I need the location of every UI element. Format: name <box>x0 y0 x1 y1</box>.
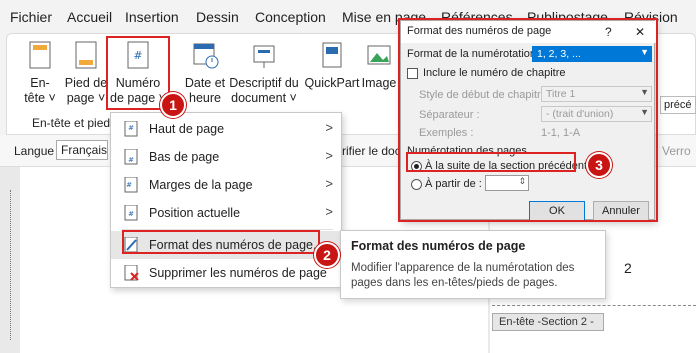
format-tooltip: Format des numéros de page Modifier l'ap… <box>340 230 606 299</box>
menu-accueil[interactable]: Accueil <box>67 9 112 25</box>
pied-de-page-label-1: Pied de <box>64 76 108 90</box>
svg-text:#: # <box>126 181 132 189</box>
menu-item-label: Haut de page <box>149 122 225 136</box>
top-page-icon: # <box>124 121 138 137</box>
calendar-clock-icon <box>193 43 219 69</box>
menu-conception[interactable]: Conception <box>255 9 326 25</box>
tooltip-title: Format des numéros de page <box>351 239 526 253</box>
menu-item-label: Marges de la page <box>149 178 253 192</box>
pied-de-page-label-2: page ˅ <box>66 91 106 105</box>
highlight-dialog <box>398 18 658 222</box>
en-tete-label-2: tête ˅ <box>24 91 56 105</box>
pied-de-page-button[interactable]: Pied de page ˅ <box>64 40 108 106</box>
verifier-fragment: rifier le doc <box>342 144 401 158</box>
descriptif-label-2: document ˅ <box>231 91 297 105</box>
menu-item-label: Supprimer les numéros de page <box>149 266 327 280</box>
quickpart-icon <box>322 42 342 68</box>
document-info-icon <box>253 45 275 68</box>
quickpart-button[interactable]: QuickPart <box>304 40 360 91</box>
ruler-vertical <box>10 190 12 340</box>
tooltip-body: Modifier l'apparence de la numérotation … <box>351 262 575 289</box>
svg-text:#: # <box>128 124 134 132</box>
descriptif-document-button[interactable]: Descriptif du document ˅ <box>228 40 300 106</box>
menu-fichier[interactable]: Fichier <box>10 9 52 25</box>
chevron-right-icon: > <box>325 120 333 135</box>
remove-page-number-icon <box>124 265 139 281</box>
header-section-label: En-tête -Section 2 - <box>492 313 604 331</box>
menu-item-position-actuelle[interactable]: # Position actuelle > <box>111 199 343 227</box>
image-button[interactable]: Image <box>360 40 398 91</box>
en-tete-label-1: En- <box>30 76 50 90</box>
en-tete-button[interactable]: En- tête ˅ <box>22 40 58 106</box>
step-badge-3: 3 <box>586 152 612 178</box>
highlight-continue-option <box>406 152 576 172</box>
margin-page-icon: # <box>124 177 138 193</box>
bottom-page-icon: # <box>124 149 138 165</box>
footer-icon <box>75 41 97 69</box>
step-badge-1: 1 <box>160 92 186 118</box>
page-number-dropdown: # Haut de page > # Bas de page > # Marge… <box>110 112 343 288</box>
highlight-format-item <box>122 230 320 254</box>
date-et-heure-label-1: Date et <box>184 76 226 90</box>
page-number: 2 <box>624 260 632 276</box>
menu-item-supprimer-numeros[interactable]: Supprimer les numéros de page <box>111 259 343 287</box>
descriptif-label-1: Descriptif du <box>229 76 299 90</box>
langue-label: Langue <box>14 144 55 158</box>
ribbon-right-fragment[interactable]: précé <box>660 96 696 114</box>
menu-item-bas-de-page[interactable]: # Bas de page > <box>111 143 343 171</box>
svg-text:#: # <box>128 210 134 218</box>
menu-dessin[interactable]: Dessin <box>196 9 239 25</box>
image-label: Image <box>361 76 397 90</box>
step-badge-2: 2 <box>314 242 340 268</box>
header-separator <box>492 305 696 306</box>
header-icon <box>29 41 51 69</box>
chevron-right-icon: > <box>325 176 333 191</box>
quickpart-label: QuickPart <box>304 76 360 90</box>
menu-item-label: Position actuelle <box>149 206 241 220</box>
group-label-entete: En-tête et pied <box>32 116 111 130</box>
menu-item-marges[interactable]: # Marges de la page > <box>111 171 343 199</box>
svg-text:#: # <box>128 156 134 164</box>
verrouiller-fragment: Verro <box>662 144 691 158</box>
image-icon <box>367 45 391 65</box>
menu-item-haut-de-page[interactable]: # Haut de page > <box>111 115 343 143</box>
date-et-heure-button[interactable]: Date et heure <box>184 40 226 106</box>
menu-insertion[interactable]: Insertion <box>125 9 179 25</box>
chevron-right-icon: > <box>325 148 333 163</box>
date-et-heure-label-2: heure <box>189 91 221 105</box>
chevron-right-icon: > <box>325 204 333 219</box>
menu-item-label: Bas de page <box>149 150 220 164</box>
langue-select[interactable]: Français ( <box>56 140 108 160</box>
current-position-icon: # <box>124 205 138 221</box>
